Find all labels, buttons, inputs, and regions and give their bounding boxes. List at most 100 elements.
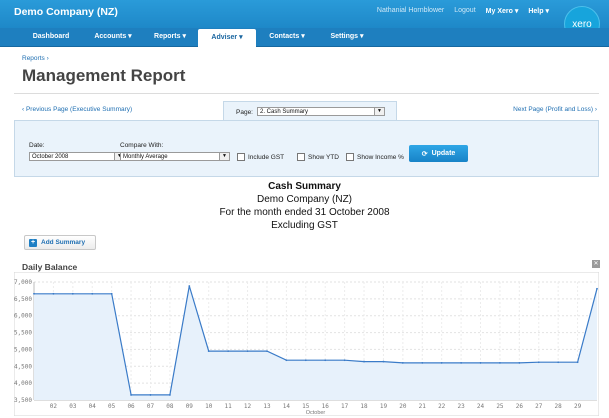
chevron-down-icon: ▾ [360, 33, 364, 40]
daily-balance-chart: 3,500 4,000 4,500 5,000 5,500 6,000 6,500 7,000… [13, 271, 600, 417]
data-point [479, 362, 482, 364]
data-point [596, 287, 598, 290]
data-point [518, 362, 521, 364]
update-label: Update [431, 150, 456, 157]
tab-adviser[interactable]: Adviser ▾ [198, 29, 256, 48]
previous-page-link[interactable]: ‹ Previous Page (Executive Summary) [22, 106, 132, 113]
x-tick-label: 24 [477, 403, 485, 410]
show-income-pct-checkbox[interactable]: Show Income % [346, 153, 404, 161]
filter-panel: Date: October 2008 ▼ Compare With: Month… [14, 120, 599, 177]
data-point [168, 394, 171, 396]
logout-link[interactable]: Logout [454, 7, 475, 15]
chevron-down-icon: ▼ [219, 153, 229, 160]
x-tick-label: 17 [341, 403, 349, 410]
section-title: Daily Balance [22, 262, 78, 272]
add-summary-button[interactable]: + Add Summary [24, 235, 96, 250]
page-selector: Page: 2. Cash Summary ▼ [223, 101, 397, 121]
data-point [246, 350, 249, 353]
data-point [149, 394, 152, 396]
tab-settings[interactable]: Settings ▾ [318, 28, 376, 46]
x-tick-label: 07 [147, 403, 155, 410]
data-point [324, 359, 327, 362]
show-ytd-checkbox[interactable]: Show YTD [297, 153, 339, 161]
x-tick-label: 29 [574, 403, 582, 410]
x-tick-label: 05 [108, 403, 116, 410]
page-select[interactable]: 2. Cash Summary ▼ [257, 107, 385, 116]
date-label: Date: [29, 142, 45, 149]
tab-reports[interactable]: Reports ▾ [140, 28, 200, 46]
x-tick-label: 12 [244, 403, 252, 410]
show-income-pct-label: Show Income % [357, 153, 404, 161]
tab-accounts[interactable]: Accounts ▾ [80, 28, 146, 46]
compare-with-select[interactable]: Monthly Average ▼ [120, 152, 230, 161]
x-tick-label: 18 [360, 403, 368, 410]
x-tick-label: 04 [89, 403, 97, 410]
data-point [460, 362, 463, 364]
chevron-down-icon: ▾ [239, 34, 243, 41]
refresh-icon: ⟳ [421, 150, 428, 158]
x-tick-label: 21 [419, 403, 427, 410]
show-ytd-label: Show YTD [308, 153, 339, 161]
tab-label: Settings [330, 33, 359, 40]
my-xero-label: My Xero [485, 8, 513, 15]
x-tick-label: 10 [205, 403, 213, 410]
tab-contacts[interactable]: Contacts ▾ [258, 28, 316, 46]
chevron-down-icon: ▾ [301, 33, 305, 40]
report-title: Cash Summary [268, 181, 341, 192]
y-tick-label: 5,500 [14, 330, 32, 337]
update-button[interactable]: ⟳ Update [409, 145, 468, 162]
x-tick-label: 06 [127, 403, 135, 410]
company-name[interactable]: Demo Company (NZ) [14, 6, 118, 18]
compare-with-label: Compare With: [120, 142, 164, 149]
data-point [227, 350, 230, 353]
user-menu: Nathanial Hornblower Logout My Xero ▾ He… [377, 7, 549, 15]
data-point [188, 285, 191, 287]
x-tick-label: 02 [50, 403, 58, 410]
x-tick-label: 27 [535, 403, 543, 410]
checkbox-box[interactable] [297, 153, 305, 161]
data-point [382, 360, 385, 363]
x-axis-label: October [306, 410, 326, 416]
date-select-value: October 2008 [32, 154, 69, 160]
data-point [537, 361, 540, 364]
x-tick-label: 25 [496, 403, 504, 410]
checkbox-box[interactable] [237, 153, 245, 161]
y-tick-label: 6,000 [14, 313, 32, 320]
divider [14, 93, 599, 94]
data-point [343, 359, 346, 362]
data-point [71, 292, 74, 295]
plus-icon: + [29, 238, 37, 247]
user-name[interactable]: Nathanial Hornblower [377, 7, 444, 15]
help-label: Help [528, 8, 544, 15]
tab-dashboard[interactable]: Dashboard [20, 28, 82, 46]
data-point [440, 362, 443, 364]
data-point [110, 292, 113, 295]
page-select-value: 2. Cash Summary [260, 109, 309, 115]
page-title: Management Report [22, 66, 186, 85]
x-tick-label: 11 [225, 403, 233, 410]
date-select[interactable]: October 2008 ▼ [29, 152, 125, 161]
include-gst-checkbox[interactable]: Include GST [237, 153, 284, 161]
x-tick-label: 20 [399, 403, 407, 410]
tab-label: Accounts [94, 33, 127, 40]
y-tick-label: 6,500 [14, 296, 32, 303]
help-menu[interactable]: Help ▾ [528, 7, 549, 15]
y-tick-label: 4,500 [14, 363, 32, 370]
my-xero-menu[interactable]: My Xero ▾ [486, 7, 519, 15]
data-point [91, 292, 94, 295]
x-tick-label: 19 [380, 403, 388, 410]
y-tick-label: 5,000 [14, 346, 32, 353]
checkbox-box[interactable] [346, 153, 354, 161]
tab-label: Reports [154, 33, 181, 40]
chevron-down-icon: ▼ [374, 108, 384, 115]
report-company: Demo Company (NZ) [256, 194, 353, 205]
report-period: For the month ended 31 October 2008 [219, 207, 390, 218]
next-page-link[interactable]: Next Page (Profit and Loss) › [513, 106, 597, 113]
page-label: Page: [236, 109, 253, 116]
main-nav: Dashboard Accounts ▾ Reports ▾ Adviser ▾… [0, 28, 609, 48]
data-point [557, 361, 560, 364]
data-point [576, 361, 579, 364]
breadcrumb[interactable]: Reports › [22, 55, 49, 62]
close-icon[interactable]: ✕ [592, 260, 600, 268]
x-tick-label: 22 [438, 403, 446, 410]
